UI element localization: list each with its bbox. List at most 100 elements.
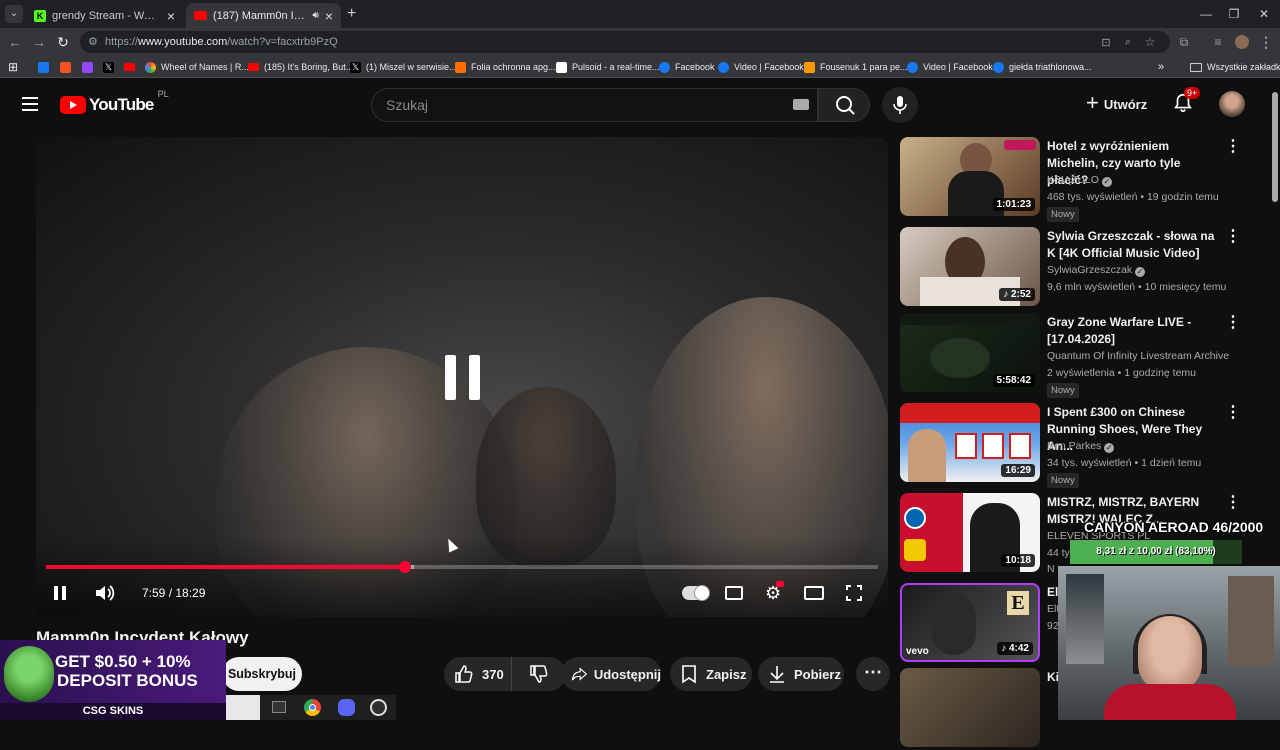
- all-bookmarks-folder[interactable]: Wszystkie zakładki: [1190, 59, 1280, 75]
- tab-search-button[interactable]: ⌄: [5, 5, 23, 23]
- amazon-icon: [804, 61, 815, 73]
- notifications-bell-icon[interactable]: 9+: [1172, 87, 1201, 116]
- autoplay-toggle[interactable]: [682, 585, 710, 601]
- create-button[interactable]: + Utwórz: [1081, 88, 1161, 120]
- speaker-icon[interactable]: 🔊︎: [313, 10, 319, 21]
- bookmark-item[interactable]: [60, 59, 76, 75]
- related-video[interactable]: ♪ 2:52 Sylwia Grzeszczak - słowa na K [4…: [900, 227, 1260, 309]
- video-thumbnail[interactable]: 10:18: [900, 493, 1040, 572]
- video-thumbnail[interactable]: 16:29: [900, 403, 1040, 482]
- voice-search-button[interactable]: [882, 87, 918, 123]
- browser-tab-youtube[interactable]: (187) Mamm0n Incydent Ka 🔊︎ ×: [186, 3, 341, 28]
- more-options-icon[interactable]: ⋮: [1225, 139, 1241, 155]
- related-video[interactable]: 5:58:42 Gray Zone Warfare LIVE - [17.04.…: [900, 313, 1260, 398]
- bookmark-item[interactable]: Wheel of Names | R...: [145, 59, 249, 75]
- channel-name[interactable]: KSIĄŻULO ✓: [1047, 174, 1112, 187]
- browser-menu-icon[interactable]: ⋮: [1256, 32, 1276, 52]
- hamburger-menu-icon[interactable]: [22, 97, 38, 111]
- webcam-person-shirt: [1104, 684, 1236, 720]
- bookmark-star-icon[interactable]: ☆: [1140, 32, 1160, 52]
- duration-badge: ♪ 2:52: [999, 288, 1035, 301]
- zoom-icon[interactable]: ⌕: [1118, 32, 1138, 52]
- settings-gear-icon[interactable]: ⚙︎: [765, 581, 784, 602]
- bookmark-item[interactable]: (185) It's Boring, But...: [248, 59, 353, 75]
- video-thumbnail[interactable]: 1:01:23: [900, 137, 1040, 216]
- forward-icon[interactable]: →: [29, 32, 49, 52]
- bookmark-item[interactable]: giełda triathlonowa...: [993, 59, 1092, 75]
- chevron-right-icon[interactable]: »: [1158, 59, 1164, 75]
- scrollbar-thumb[interactable]: [1272, 92, 1278, 202]
- profile-avatar-icon[interactable]: [1232, 32, 1252, 52]
- webcam-frame-right: [1228, 576, 1274, 666]
- bookmark-item[interactable]: Video | Facebook: [907, 59, 993, 75]
- terminal-icon[interactable]: [272, 701, 286, 713]
- share-button[interactable]: Udostępnij: [561, 657, 661, 691]
- back-icon[interactable]: ←: [5, 32, 25, 52]
- more-options-icon[interactable]: ⋮: [1225, 495, 1241, 511]
- save-button[interactable]: Zapisz: [670, 657, 752, 691]
- bookmark-item[interactable]: [124, 59, 140, 75]
- progress-bar[interactable]: [46, 561, 878, 573]
- obs-icon[interactable]: [370, 699, 387, 716]
- youtube-logo[interactable]: YouTube PL: [60, 89, 169, 115]
- chrome-icon[interactable]: [304, 699, 321, 716]
- bookmark-item[interactable]: Facebook: [659, 59, 715, 75]
- reload-icon[interactable]: ↻: [53, 32, 73, 52]
- more-actions-button[interactable]: ⋯: [856, 657, 890, 691]
- keyboard-icon[interactable]: [793, 99, 809, 110]
- video-thumbnail[interactable]: [900, 668, 1040, 747]
- browser-tab-kick[interactable]: K grendy Stream - Watch Live on ×: [26, 3, 183, 28]
- related-video[interactable]: 1:01:23 Hotel z wyróżnieniem Michelin, c…: [900, 137, 1260, 222]
- pulsoid-icon: [556, 61, 567, 73]
- subscribe-button[interactable]: Subskrybuj: [222, 657, 302, 691]
- bookmark-item[interactable]: [82, 59, 98, 75]
- address-bar[interactable]: ⚙︎ https://www.youtube.com/watch?v=facxt…: [80, 31, 1170, 53]
- channel-name[interactable]: SylwiaGrzeszczak ✓: [1047, 264, 1146, 277]
- taskbar-blank-app[interactable]: [226, 695, 260, 720]
- bookmark-item[interactable]: Folia ochronna apg...: [455, 59, 556, 75]
- video-thumbnail[interactable]: 5:58:42: [900, 313, 1040, 392]
- site-info-icon[interactable]: ⚙︎: [88, 31, 98, 53]
- account-avatar[interactable]: [1219, 91, 1245, 117]
- close-tab-icon[interactable]: ×: [325, 8, 333, 24]
- more-options-icon[interactable]: ⋮: [1225, 405, 1241, 421]
- bookmark-item[interactable]: Fousenuk 1 para pe...: [804, 59, 908, 75]
- bookmark-item[interactable]: [38, 59, 54, 75]
- video-thumbnail[interactable]: E vevo ♪ 4:42: [900, 583, 1040, 662]
- channel-name[interactable]: Ben Parkes ✓: [1047, 440, 1115, 453]
- related-video-title: Sylwia Grzeszczak - słowa na K [4K Offic…: [1047, 229, 1215, 260]
- pause-overlay-icon[interactable]: [445, 355, 480, 400]
- install-app-icon[interactable]: ⊡: [1096, 32, 1116, 52]
- close-window-button[interactable]: ✕: [1252, 4, 1276, 24]
- apps-grid-icon[interactable]: ⊞: [8, 59, 18, 75]
- pause-button[interactable]: [54, 586, 68, 602]
- bookmark-item[interactable]: Pulsoid - a real-time...: [556, 59, 660, 75]
- restore-button[interactable]: ❐: [1222, 4, 1246, 24]
- bookmark-item[interactable]: 𝕏: [103, 59, 119, 75]
- more-options-icon[interactable]: ⋮: [1225, 229, 1241, 245]
- bookmark-item[interactable]: Video | Facebook: [718, 59, 804, 75]
- video-player[interactable]: 7:59 / 18:29 ⚙︎: [36, 137, 888, 617]
- related-video[interactable]: 16:29 I Spent £300 on Chinese Running Sh…: [900, 403, 1260, 488]
- reading-list-icon[interactable]: ≡: [1208, 32, 1228, 52]
- search-input[interactable]: Szukaj: [371, 88, 818, 122]
- discord-icon[interactable]: [338, 699, 355, 716]
- more-options-icon[interactable]: ⋮: [1225, 315, 1241, 331]
- volume-button[interactable]: [94, 583, 118, 603]
- close-tab-icon[interactable]: ×: [167, 8, 175, 24]
- video-thumbnail[interactable]: ♪ 2:52: [900, 227, 1040, 306]
- new-tab-button[interactable]: +: [347, 4, 361, 24]
- like-button[interactable]: 370: [444, 657, 512, 691]
- subtitles-cc-icon[interactable]: [725, 586, 743, 600]
- bookmark-item[interactable]: 𝕏 (1) Miszel w serwisie...: [350, 59, 457, 75]
- bookmark-favicon-icon: [60, 61, 71, 73]
- theater-mode-icon[interactable]: [804, 586, 824, 600]
- fullscreen-icon[interactable]: [846, 585, 862, 601]
- download-button[interactable]: Pobierz: [758, 657, 844, 691]
- subscribe-label: Subskrybuj: [227, 667, 297, 681]
- search-button[interactable]: [818, 88, 870, 122]
- minimize-button[interactable]: —: [1194, 4, 1218, 24]
- dislike-button[interactable]: [512, 657, 566, 691]
- channel-name[interactable]: Quantum Of Infinity Livestream Archive: [1047, 350, 1229, 362]
- extensions-icon[interactable]: ⧉: [1174, 32, 1194, 52]
